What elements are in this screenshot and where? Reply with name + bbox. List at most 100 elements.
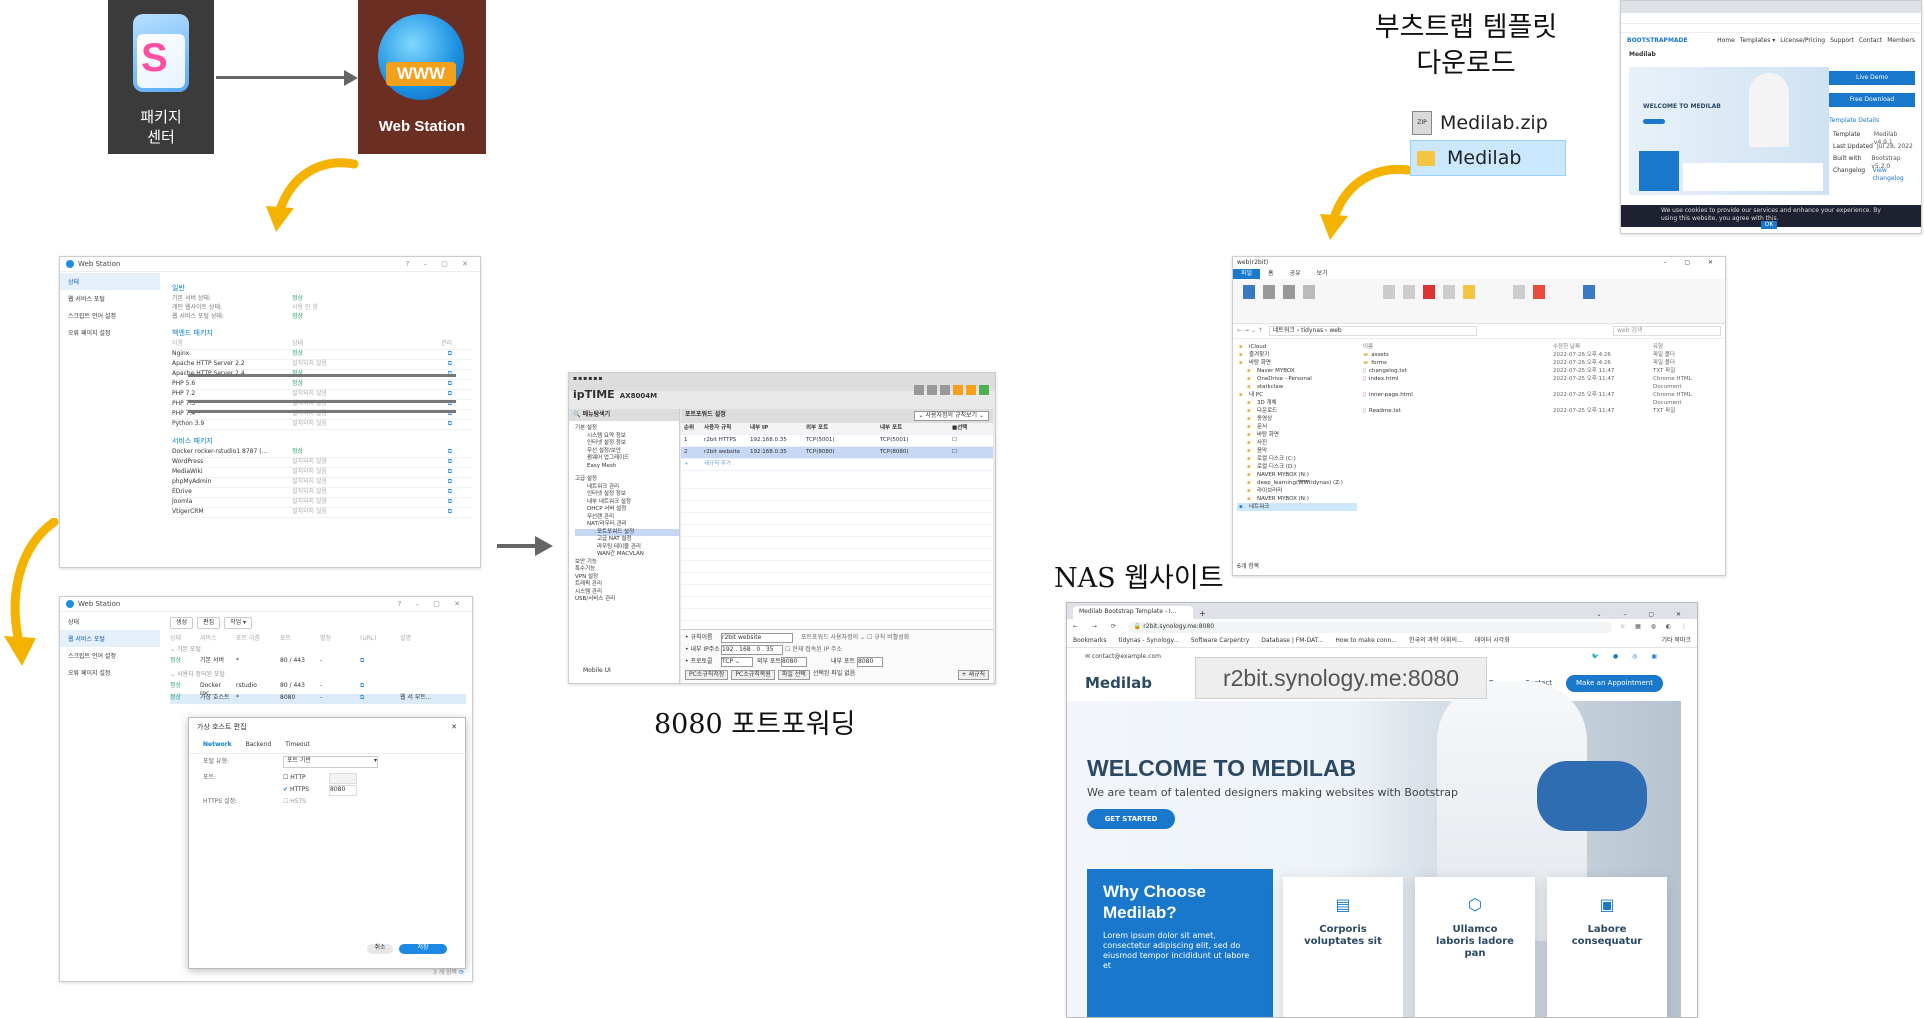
make-appointment-button[interactable]: Make an Appointment — [1565, 674, 1663, 692]
table-row[interactable]: MediaWiki 설치되지 않음 ⧉ — [172, 468, 472, 478]
nav-tree-item[interactable]: ▪ 동영상 — [1237, 415, 1357, 423]
nav-tree-item[interactable]: ▪ 내 PC — [1237, 391, 1357, 399]
table-row[interactable]: phpMyAdmin 설치되지 않음 ⧉ — [172, 478, 472, 488]
sidebar-item-status[interactable]: 상태 — [60, 613, 160, 630]
bm-nav-item[interactable]: Contact — [1859, 37, 1882, 45]
nav-tree-item[interactable]: ▪ 음악 — [1237, 447, 1357, 455]
close-icon[interactable]: ✕ — [451, 723, 457, 732]
menu-item[interactable]: 고급 NAT 설정 — [575, 536, 679, 544]
menu-item[interactable]: 시스템 관리 — [575, 589, 679, 597]
bookmark-item[interactable]: tidynas - Synology... — [1119, 637, 1179, 645]
cancel-button[interactable]: 취소 — [367, 944, 393, 954]
toolbar-icon[interactable] — [979, 385, 989, 395]
port-type-select[interactable]: 포트 기반 ▾ — [283, 756, 378, 768]
external-link-icon[interactable]: ⧉ — [422, 458, 452, 467]
tab-timeout[interactable]: Timeout — [285, 741, 310, 749]
nav-tree-item[interactable]: ▪ 3D 개체 — [1237, 399, 1357, 407]
move-icon[interactable] — [1383, 285, 1395, 299]
nav-tree-item[interactable]: ▪ 즐겨찾기 — [1237, 351, 1357, 359]
pin-icon[interactable] — [1243, 285, 1255, 299]
free-download-button[interactable]: Free Download — [1829, 93, 1915, 107]
sidebar-item-web-portal[interactable]: 웹 서비스 포털 — [60, 630, 160, 647]
nav-tree-item[interactable]: ▪ Naver MYBOX — [1237, 367, 1357, 375]
row-checkbox[interactable]: ☐ — [952, 435, 957, 446]
nav-tree-item[interactable]: ▪ 다운로드 — [1237, 407, 1357, 415]
sidebar-item-script-language[interactable]: 스크립트 언어 설정 — [60, 647, 160, 664]
paste-icon[interactable] — [1283, 285, 1295, 299]
bm-nav-item[interactable]: Home — [1717, 37, 1735, 45]
edit-button[interactable]: 편집 — [197, 617, 221, 629]
https-port-field[interactable]: 8080 — [329, 785, 357, 796]
bookmark-item[interactable]: Bookmarks — [1073, 637, 1107, 645]
menu-item[interactable]: 펌웨어 업그레이드 — [575, 455, 679, 463]
bm-nav-item[interactable]: Members — [1887, 37, 1915, 45]
window-controls[interactable]: ? – ▢ ✕ — [406, 260, 474, 268]
nav-tree-item[interactable]: ▪ OneDrive - Personal — [1237, 375, 1357, 383]
nav-tree-item[interactable]: ▪ 바탕 화면 — [1237, 359, 1357, 367]
nav-buttons[interactable]: ← → ⟳ — [1073, 623, 1122, 631]
bookmark-item[interactable]: Software Carpentry — [1191, 637, 1249, 645]
protocol-select[interactable]: TCP ⌄ — [721, 657, 753, 667]
nav-tree-item[interactable]: ▪ NAVER MYBOX (N:) — [1237, 495, 1357, 503]
bm-nav-item[interactable]: Templates ▾ — [1740, 37, 1775, 45]
nav-tree-item[interactable]: ▪ NAVER MYBOX (N:) — [1237, 471, 1357, 479]
table-row[interactable]: WordPress 설치되지 않음 ⧉ — [172, 458, 472, 468]
nav-tree-item[interactable]: ▪ 로컬 디스크 (D:) — [1237, 463, 1357, 471]
bookmark-item[interactable]: 데이터 시각화 — [1475, 637, 1510, 645]
browser-tab[interactable]: Medilab Bootstrap Template - I... — [1073, 606, 1193, 619]
http-checkbox[interactable]: ☐ HTTP — [283, 774, 306, 782]
table-row[interactable]: PHP 5.6 정상 ⧉ — [172, 380, 472, 390]
rule-filter-select[interactable]: ⌄ 사용자정의 규칙보기 ⌄ — [913, 411, 989, 421]
external-link-icon[interactable]: ⧉ — [422, 420, 452, 429]
table-row[interactable]: Apache HTTP Server 2.2 설치되지 않음 ⧉ — [172, 360, 472, 370]
menu-item[interactable]: 네트워크 관리 — [575, 484, 679, 492]
menu-item[interactable]: 기본 설정 — [575, 425, 679, 433]
table-row[interactable]: 정상 Docker roc... rstudio 80 / 443 - ⧉ — [170, 682, 466, 697]
new-rule-button[interactable]: + 새규칙 — [957, 670, 989, 680]
nav-tree-item[interactable]: ▪ 네트워크 — [1237, 503, 1357, 511]
menu-item[interactable]: 특수기능 — [575, 566, 679, 574]
folder-item[interactable]: Medilab — [1410, 140, 1566, 176]
restore-rules-pc-button[interactable]: PC소규칙복원 — [731, 670, 775, 680]
table-row[interactable]: 정상 기본 서버 * 80 / 443 - ⧉ — [170, 657, 466, 667]
choose-file-button[interactable]: 파일 선택 — [777, 670, 810, 680]
toolbar-icon[interactable] — [914, 385, 924, 395]
web-station-tile[interactable]: WWW Web Station — [358, 0, 486, 154]
file-row[interactable]: ▯ index.html 2022-07-25 오후 11:47 Chrome HTM… — [1363, 375, 1719, 391]
external-link-icon[interactable]: ⧉ — [422, 360, 452, 369]
bm-nav-item[interactable]: License/Pricing — [1780, 37, 1825, 45]
external-link-icon[interactable]: ⧉ — [422, 390, 452, 399]
new-tab-button[interactable]: + — [1199, 608, 1206, 619]
menu-item[interactable]: 트래픽 관리 — [575, 581, 679, 589]
sidebar-item-error-page[interactable]: 오류 페이지 설정 — [60, 664, 160, 681]
http-port-field[interactable] — [329, 773, 357, 784]
external-link-icon[interactable]: ⧉ — [360, 682, 400, 692]
nav-tree-item[interactable]: ▪ 사진 — [1237, 439, 1357, 447]
port-forward-row[interactable]: 2 r2bit website 192.168.0.35 TCP(8080) TCP(8… — [681, 447, 993, 459]
copy-to-icon[interactable] — [1403, 285, 1415, 299]
menu-item[interactable]: 라우팅 테이블 관리 — [575, 544, 679, 552]
menu-item[interactable]: 무선 설정/보안 — [575, 448, 679, 456]
table-row[interactable]: PHP 7.2 설치되지 않음 ⧉ — [172, 390, 472, 400]
file-row[interactable]: ▬ forms 2022-07-26 오후 4:26 파일 폴더 — [1363, 359, 1719, 367]
ribbon-tab[interactable]: 보기 — [1309, 269, 1336, 279]
table-row[interactable]: Nginx 정상 ⧉ — [172, 350, 472, 360]
delete-icon[interactable] — [1423, 285, 1435, 299]
bookmark-item[interactable]: 한국의 과학 어휘의... — [1409, 637, 1463, 645]
cookie-ok-button[interactable]: OK — [1761, 221, 1777, 229]
cut-icon[interactable] — [1303, 285, 1315, 299]
external-link-icon[interactable]: ⧉ — [422, 478, 452, 487]
nav-tree-item[interactable]: ▪ 바탕 화면 — [1237, 431, 1357, 439]
external-link-icon[interactable]: ⧉ — [422, 488, 452, 497]
toolbar-icon[interactable] — [953, 385, 963, 395]
menu-item[interactable]: 내부 네트워크 설정 — [575, 499, 679, 507]
file-row[interactable]: ▬ assets 2022-07-26 오후 4:26 파일 폴더 — [1363, 351, 1719, 359]
file-row[interactable]: ▯ changelog.txt 2022-07-25 오후 11:47 TXT 파일 — [1363, 367, 1719, 375]
toolbar-icon[interactable] — [927, 385, 937, 395]
tab-backend[interactable]: Backend — [246, 741, 272, 749]
port-forward-row[interactable]: 1 r2bit HTTPS 192.168.0.35 TCP(5001) TCP(500… — [681, 435, 993, 447]
bm-nav-item[interactable]: Support — [1830, 37, 1854, 45]
menu-item[interactable]: Easy Mesh — [575, 463, 679, 471]
menu-item[interactable]: 포트포워드 설정 — [575, 528, 679, 536]
table-row-selected[interactable]: 정상 가상 호스트 * 8080 - ⧉ 웹 서 부트... — [170, 694, 466, 704]
